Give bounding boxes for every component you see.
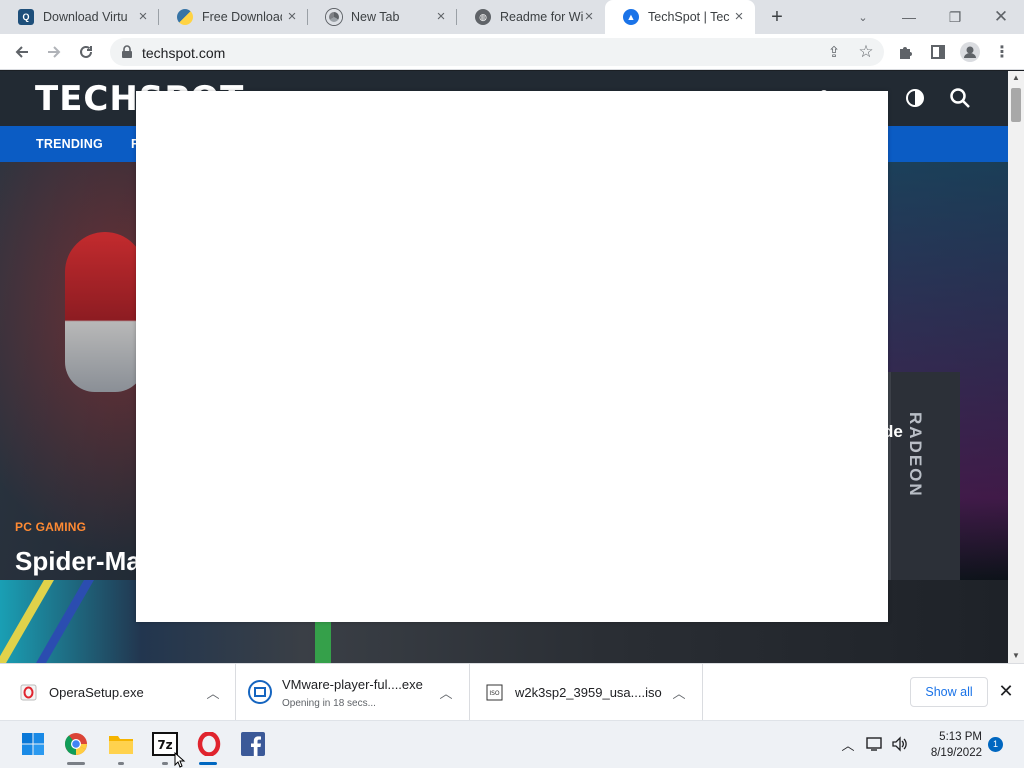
scroll-down-icon[interactable]: ▼ [1008,649,1024,663]
page-viewport: TECHSPOT TRENDING F RADEON de PC GAMING … [0,71,1008,663]
tab-search-chevron-icon[interactable]: ⌄ [840,0,886,34]
volume-icon[interactable] [891,735,909,753]
tab-title: New Tab [351,10,400,24]
app-running-indicator [162,762,168,765]
download-item[interactable]: VMware-player-ful....exe Opening in 18 s… [236,664,470,721]
app-active-indicator [199,762,217,765]
star-icon: ☆ [858,42,874,61]
profile-avatar-icon [960,42,980,62]
notification-badge[interactable]: 1 [988,737,1003,752]
tray-overflow-chevron-icon[interactable]: ︿ [839,735,857,753]
close-tab-icon[interactable]: × [433,9,449,25]
app-running-indicator [67,762,85,765]
browser-toolbar: techspot.com ⇪ ☆ ⋮ [0,34,1024,70]
tab-free-download[interactable]: Free Download × [159,0,308,34]
blank-popup-overlay[interactable] [136,91,888,622]
network-icon[interactable] [866,735,884,753]
profile-button[interactable] [958,40,982,64]
reload-icon [80,45,92,58]
kebab-menu-icon: ⋮ [994,44,1010,61]
tab-title: TechSpot | Tech [648,10,730,24]
address-bar[interactable]: techspot.com [110,38,884,66]
close-window-button[interactable]: ✕ [978,0,1024,34]
app-running-indicator [118,762,124,765]
download-filename: OperaSetup.exe [49,685,144,700]
minimize-button[interactable]: — [886,0,932,34]
svg-text:7z: 7z [157,738,172,752]
spider-man-figure [65,232,145,392]
download-item[interactable]: OperaSetup.exe ︿ [0,664,236,721]
back-button[interactable] [10,40,34,64]
close-tab-icon[interactable]: × [581,9,597,25]
url-text[interactable]: techspot.com [142,45,225,61]
opera-installer-icon [20,684,37,701]
share-button[interactable]: ⇪ [822,40,846,64]
download-item[interactable]: ISO w2k3sp2_3959_usa....iso ︿ [470,664,703,721]
forward-button[interactable] [42,40,66,64]
side-panel-button[interactable] [926,40,950,64]
search-icon[interactable] [949,87,971,109]
chrome-icon [326,9,342,25]
download-filename: VMware-player-ful....exe [282,677,423,692]
chevron-up-icon[interactable]: ︿ [204,683,222,701]
download-shelf: OperaSetup.exe ︿ VMware-player-ful....ex… [0,663,1024,721]
page-scrollbar[interactable]: ▲ ▼ [1008,71,1024,663]
close-tab-icon[interactable]: × [284,9,300,25]
opera-icon[interactable] [194,729,224,759]
close-tab-icon[interactable]: × [731,9,747,25]
restore-button[interactable]: ❐ [932,0,978,34]
close-shelf-icon[interactable]: ✕ [996,681,1016,701]
lock-icon[interactable] [120,45,134,59]
globe-icon: ◍ [475,9,491,25]
tab-download-virtual[interactable]: Q Download Virtu × [0,0,159,34]
file-explorer-icon[interactable] [106,729,136,759]
tab-strip: Q Download Virtu × Free Download × New T… [0,0,1024,34]
show-all-button[interactable]: Show all [910,677,988,707]
techspot-icon: ▲ [623,9,639,25]
download-filename: w2k3sp2_3959_usa....iso [515,685,662,700]
tab-new-tab[interactable]: New Tab × [308,0,457,34]
facebook-icon[interactable] [238,729,268,759]
q-app-icon: Q [18,9,34,25]
gpu-brand-label: RADEON [906,412,925,498]
article-category[interactable]: PC GAMING [15,520,86,534]
svg-text:ISO: ISO [489,690,500,697]
puzzle-icon [900,47,912,59]
mouse-cursor-icon [174,752,186,768]
scroll-up-icon[interactable]: ▲ [1008,71,1024,85]
tab-title: Readme for Wir [500,10,584,24]
windows-start-icon[interactable] [18,729,48,759]
system-clock[interactable]: 5:13 PM 8/19/2022 [918,729,982,761]
tab-title: Download Virtu [43,10,128,24]
tab-readme[interactable]: ◍ Readme for Wir × [457,0,605,34]
taskbar: 7z ︿ 5:13 PM 8/19/2022 1 [0,720,1024,768]
bookmark-button[interactable]: ☆ [854,40,878,64]
vmware-icon [248,680,272,704]
forward-arrow-icon [48,46,61,58]
side-panel-icon [931,45,945,59]
iso-file-icon: ISO [486,684,503,701]
share-icon: ⇪ [827,44,841,61]
reload-button[interactable] [74,40,98,64]
chevron-up-icon[interactable]: ︿ [437,683,455,701]
close-tab-icon[interactable]: × [135,9,151,25]
clock-date: 8/19/2022 [930,747,982,759]
tab-title: Free Download [202,10,282,24]
theme-toggle-icon[interactable] [904,87,926,109]
download-status: Opening in 18 secs... [282,698,376,709]
scroll-thumb[interactable] [1011,88,1021,122]
clock-time: 5:13 PM [939,731,982,743]
menu-button[interactable]: ⋮ [990,40,1014,64]
extensions-button[interactable] [894,40,918,64]
tab-techspot[interactable]: ▲ TechSpot | Tech × [605,0,755,34]
chevron-up-icon[interactable]: ︿ [670,683,688,701]
new-tab-button[interactable]: + [766,6,788,28]
chrome-taskbar-icon[interactable] [61,729,91,759]
python-icon [177,9,193,25]
nav-trending[interactable]: TRENDING [36,137,103,151]
back-arrow-icon [15,46,28,58]
